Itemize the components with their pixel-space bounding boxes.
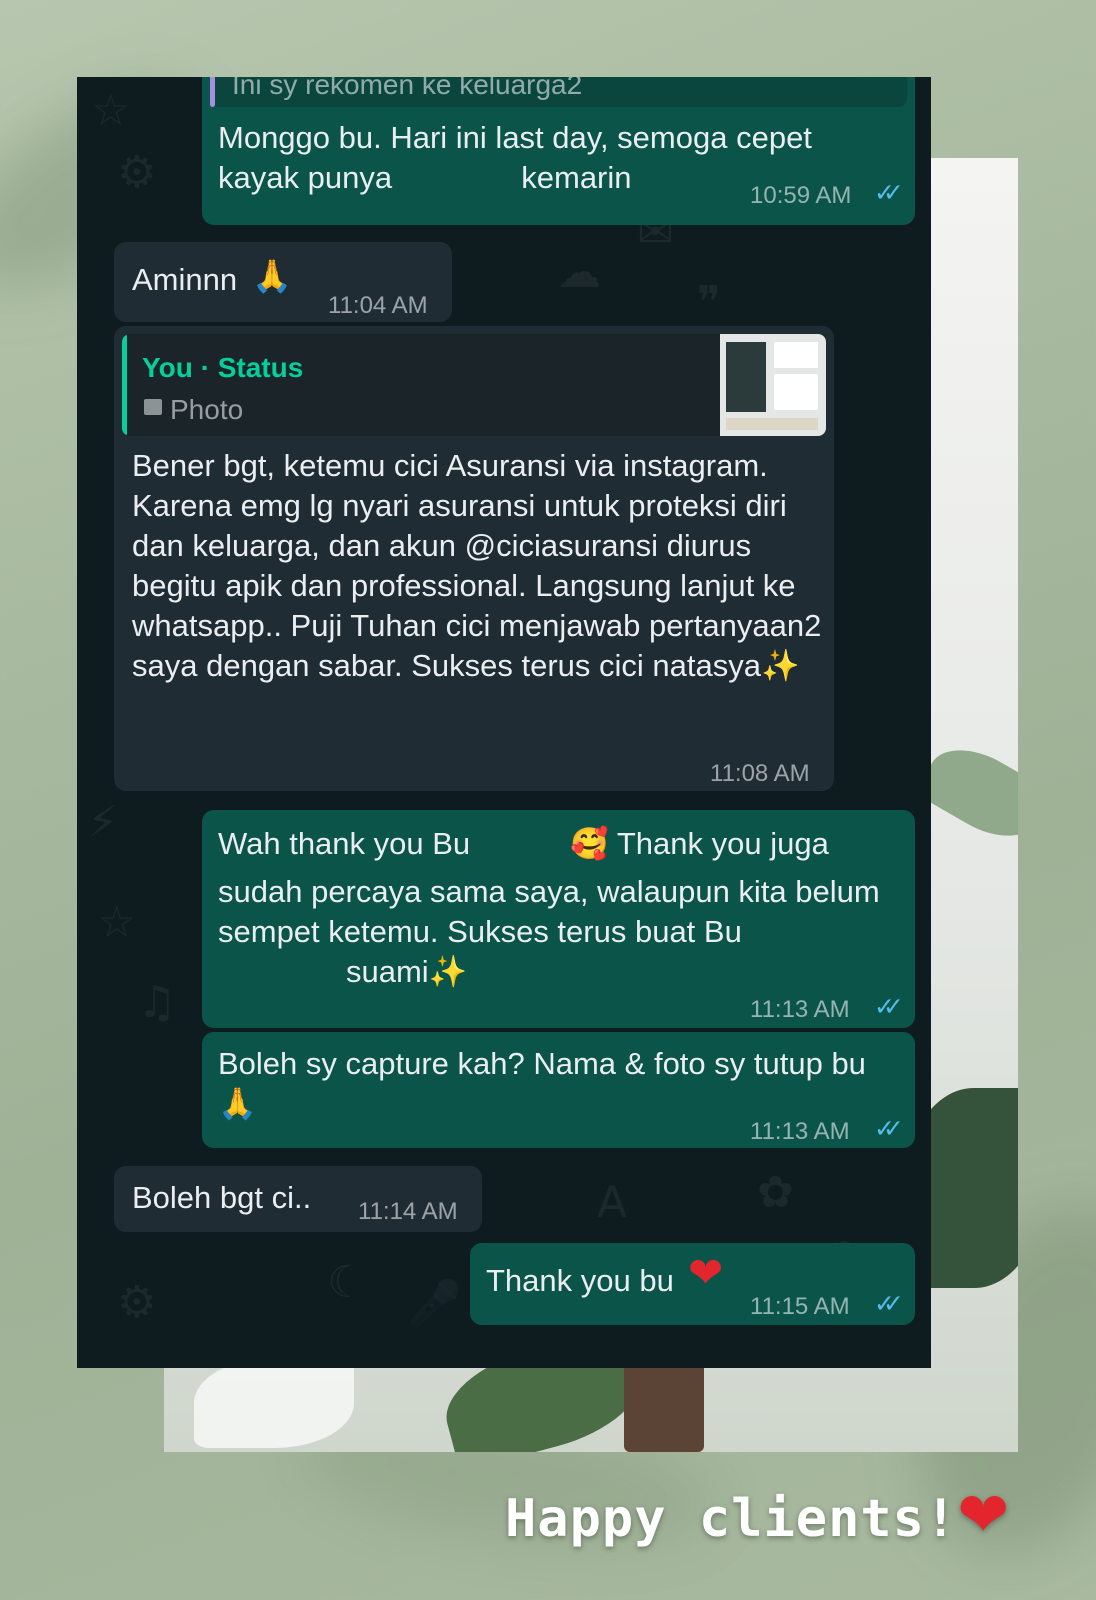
wallpaper-doodle: ⚡ — [87, 797, 118, 848]
wallpaper-doodle: ☁ — [557, 247, 601, 298]
red-heart-emoji: ❤ — [688, 1248, 724, 1297]
wallpaper-doodle: ☆ — [91, 85, 131, 136]
wallpaper-doodle: ☾ — [327, 1257, 367, 1308]
wallpaper-doodle: ✿ — [757, 1167, 794, 1218]
message-outgoing[interactable]: Wah thank you Bu 🥰 Thank you juga sudah p… — [202, 810, 915, 1028]
message-text: Boleh bgt ci.. — [132, 1180, 312, 1215]
double-check-icon: ✓✓ — [874, 992, 904, 1021]
wallpaper-doodle: A — [597, 1177, 628, 1228]
sparkles-emoji: ✨ — [760, 648, 800, 684]
message-outgoing[interactable]: Boleh sy capture kah? Nama & foto sy tut… — [202, 1032, 915, 1148]
praying-hands-emoji: 🙏 — [252, 257, 292, 295]
photo-icon — [144, 399, 162, 415]
praying-hands-emoji: 🙏 — [218, 1086, 257, 1122]
thumbnail-bubble — [774, 374, 818, 410]
message-text: Aminnn — [132, 262, 238, 297]
thumbnail-bubble — [774, 342, 818, 368]
double-check-icon: ✓✓ — [874, 1114, 904, 1143]
quote-accent-bar — [210, 77, 215, 107]
red-heart-emoji: ❤ — [957, 1478, 1011, 1551]
message-time: 11:08 AM — [710, 760, 810, 787]
status-thumbnail — [720, 334, 826, 436]
message-time: 11:13 AM — [750, 996, 850, 1023]
wallpaper-doodle: ⚙ — [117, 147, 157, 198]
sparkles-emoji: ✨ — [428, 954, 468, 990]
message-incoming[interactable]: You · Status Photo Bener bgt, ketemu cic… — [114, 326, 834, 791]
message-text: Thank you bu — [486, 1263, 674, 1298]
story-caption: Happy clients!❤ — [505, 1478, 1011, 1551]
plant-leaf — [194, 1358, 354, 1448]
quote-author: You · Status — [142, 352, 304, 383]
message-time: 11:15 AM — [750, 1293, 850, 1320]
message-outgoing[interactable]: Thank you bu ❤ 11:15 AM ✓✓ — [470, 1243, 915, 1325]
message-outgoing[interactable]: Ini sy rekomen ke keluarga2 Monggo bu. H… — [202, 77, 915, 225]
wallpaper-doodle: ❞ — [697, 277, 721, 328]
message-text: Bener bgt, ketemu cici Asuransi via inst… — [132, 448, 822, 684]
message-time: 11:13 AM — [750, 1118, 850, 1145]
double-check-icon: ✓✓ — [874, 1289, 904, 1318]
quoted-reply[interactable]: Ini sy rekomen ke keluarga2 — [210, 77, 907, 107]
message-incoming[interactable]: Boleh bgt ci.. 11:14 AM — [114, 1166, 482, 1232]
thumbnail-bubble — [726, 342, 766, 412]
message-text: Wah thank you Bu 🥰 Thank you juga sudah p… — [218, 826, 880, 990]
message-time: 11:14 AM — [358, 1198, 458, 1225]
wallpaper-doodle: 🎤 — [407, 1278, 462, 1329]
chat-screenshot: ☆ ⚙ ☁ ✉ ❞ ⚡ ☆ ♫ A ✿ ☁ ☾ ⚙ 🎤 Ini sy rekom… — [77, 77, 931, 1368]
quote-type: Photo — [170, 394, 244, 425]
quoted-text: Ini sy rekomen ke keluarga2 — [232, 77, 583, 100]
status-reply-preview[interactable]: You · Status Photo — [122, 334, 826, 436]
double-check-icon: ✓✓ — [874, 178, 904, 207]
message-incoming[interactable]: Aminnn 🙏 11:04 AM — [114, 242, 452, 322]
wallpaper-doodle: ♫ — [137, 977, 177, 1028]
wallpaper-doodle: ⚙ — [117, 1277, 157, 1328]
thumbnail-bubble — [726, 418, 818, 430]
quote-accent-bar — [122, 334, 127, 436]
wallpaper-doodle: ☆ — [97, 897, 137, 948]
smiling-face-hearts-emoji: 🥰 — [570, 826, 609, 862]
message-time: 11:04 AM — [328, 292, 428, 319]
message-time: 10:59 AM — [750, 182, 852, 209]
